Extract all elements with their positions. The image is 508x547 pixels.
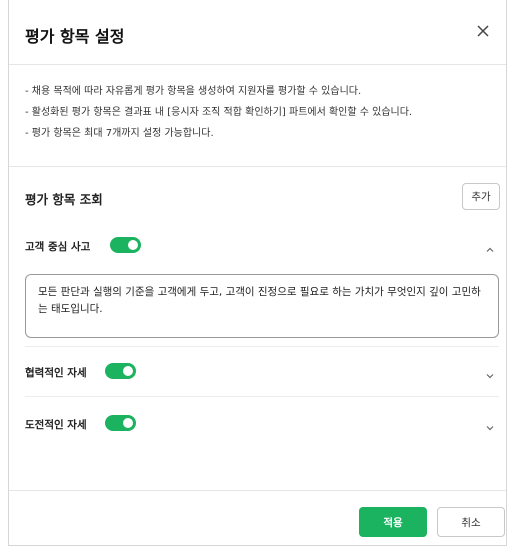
- evaluation-item-label: 도전적인 자세: [25, 419, 87, 431]
- evaluation-item-header[interactable]: 고객 중심 사고: [25, 236, 499, 256]
- item-toggle[interactable]: [110, 237, 141, 253]
- cancel-button[interactable]: 취소: [437, 507, 505, 537]
- evaluation-item-description[interactable]: 모든 판단과 실행의 기준을 고객에게 두고, 고객이 진정으로 필요로 하는 …: [25, 274, 499, 338]
- section-title: 평가 항목 조회: [25, 192, 103, 207]
- evaluation-item: 도전적인 자세: [25, 414, 499, 434]
- add-item-button[interactable]: 추가: [462, 183, 500, 210]
- chevron-down-icon: [486, 374, 494, 379]
- divider: [25, 346, 499, 347]
- apply-button[interactable]: 적용: [359, 507, 427, 537]
- evaluation-item-header[interactable]: 협력적인 자세: [25, 362, 499, 382]
- close-button[interactable]: [474, 22, 492, 40]
- divider: [25, 396, 499, 397]
- notice-panel: - 채용 목적에 따라 자유롭게 평가 항목을 생성하여 지원자를 평가할 수 …: [9, 65, 506, 167]
- notice-line: - 채용 목적에 따라 자유롭게 평가 항목을 생성하여 지원자를 평가할 수 …: [25, 86, 362, 97]
- evaluation-item: 고객 중심 사고: [25, 236, 499, 256]
- dialog-footer: 적용 취소: [9, 490, 506, 546]
- chevron-down-icon: [486, 426, 494, 431]
- evaluation-item-label: 고객 중심 사고: [25, 241, 91, 253]
- close-icon: [477, 25, 489, 37]
- item-toggle[interactable]: [105, 415, 136, 431]
- notice-line: - 활성화된 평가 항목은 결과표 내 [응시자 조직 적합 확인하기] 파트에…: [25, 107, 413, 118]
- notice-line: - 평가 항목은 최대 7개까지 설정 가능합니다.: [25, 128, 214, 139]
- dialog-header: 평가 항목 설정: [9, 0, 506, 65]
- collapse-button[interactable]: [485, 240, 495, 252]
- evaluation-item: 협력적인 자세: [25, 362, 499, 382]
- item-toggle[interactable]: [105, 363, 136, 379]
- settings-dialog: 평가 항목 설정 - 채용 목적에 따라 자유롭게 평가 항목을 생성하여 지원…: [8, 0, 507, 546]
- chevron-up-icon: [486, 247, 494, 252]
- expand-button[interactable]: [485, 418, 495, 431]
- toggle-knob: [123, 366, 133, 376]
- evaluation-item-header[interactable]: 도전적인 자세: [25, 414, 499, 434]
- toggle-knob: [128, 240, 138, 250]
- dialog-title: 평가 항목 설정: [25, 27, 125, 46]
- evaluation-item-label: 협력적인 자세: [25, 367, 87, 379]
- toggle-knob: [123, 418, 133, 428]
- expand-button[interactable]: [485, 366, 495, 379]
